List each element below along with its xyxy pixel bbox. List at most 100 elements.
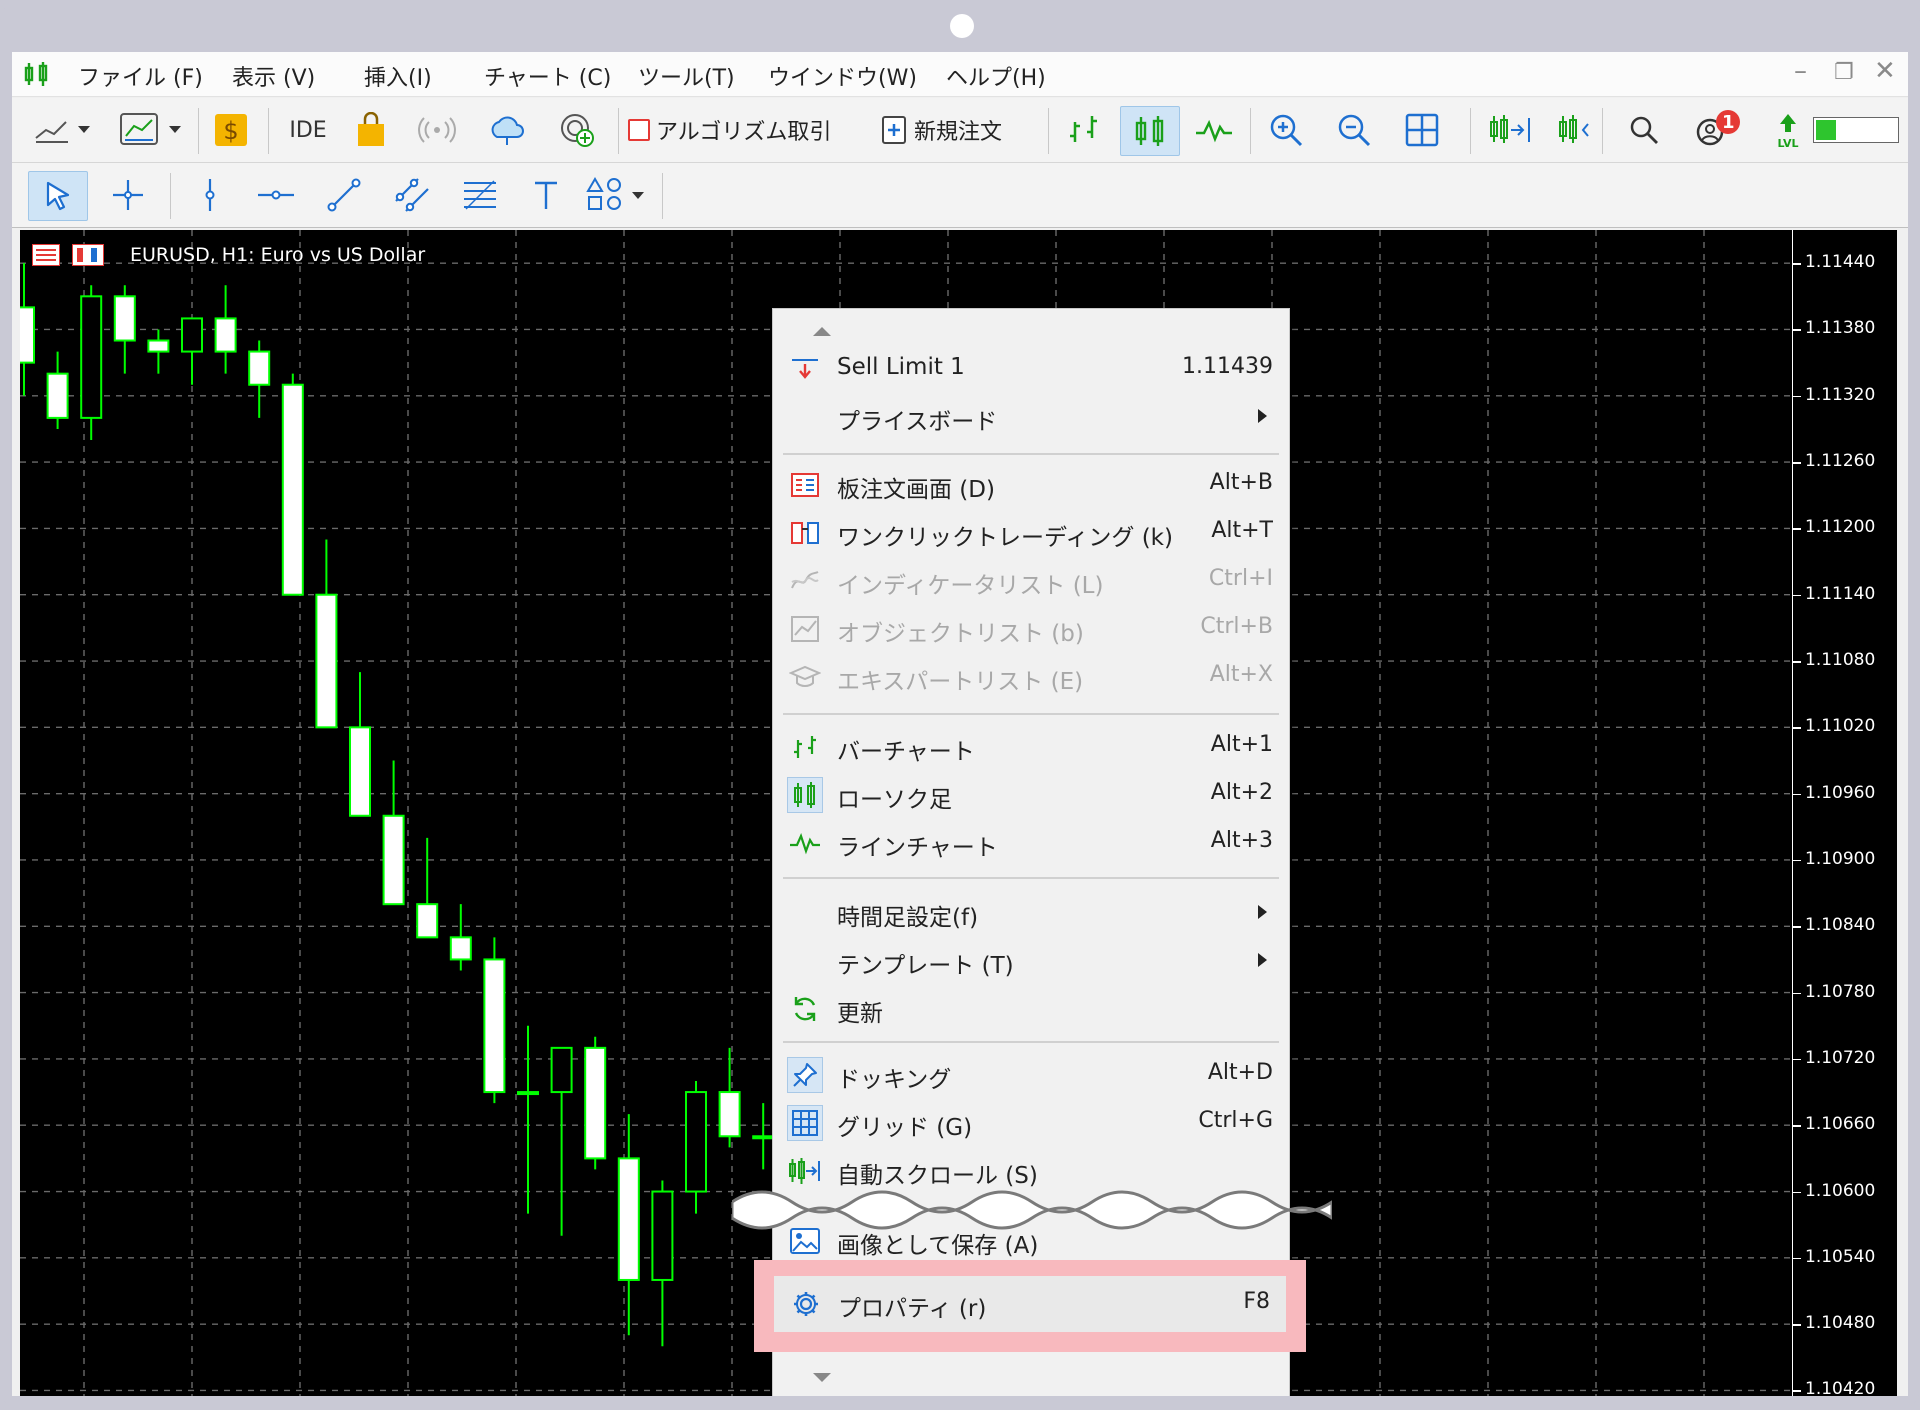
- cursor-icon[interactable]: [28, 171, 88, 221]
- zoom-in-icon[interactable]: [1260, 106, 1312, 154]
- chart-type-dropdown[interactable]: [30, 106, 94, 154]
- price-tick: [1793, 594, 1801, 597]
- chart-title: EURUSD, H1: Euro vs US Dollar: [130, 244, 426, 266]
- price-label: 1.11260: [1805, 451, 1876, 472]
- depth-of-market-icon[interactable]: [72, 244, 104, 266]
- menu-tools[interactable]: ツール(T): [638, 60, 735, 92]
- menu-insert[interactable]: 挿入(I): [364, 60, 432, 92]
- menu-bar: ファイル (F) 表示 (V) 挿入(I) チャート (C) ツール(T) ウイ…: [12, 52, 1908, 97]
- price-tick: [1793, 1390, 1801, 1392]
- depth-of-market-item[interactable]: 板注文画面 (D) Alt+B: [773, 463, 1289, 507]
- crosshair-icon[interactable]: [102, 171, 154, 219]
- candle-body: [281, 383, 304, 596]
- line-chart-item[interactable]: ラインチャート Alt+3: [773, 821, 1289, 865]
- horizontal-line-icon[interactable]: [250, 171, 302, 219]
- ide-button[interactable]: IDE: [278, 106, 338, 154]
- timeframes-item[interactable]: 時間足設定(f): [773, 891, 1289, 935]
- vps-icon[interactable]: [552, 106, 602, 154]
- price-label: 1.10840: [1805, 915, 1876, 936]
- pin-icon: [787, 1057, 823, 1093]
- price-axis: 1.11440 1.11380 1.11320 1.11260 1.11200 1.111…: [1792, 230, 1897, 1396]
- search-icon[interactable]: [1620, 106, 1668, 154]
- indicator-list-item[interactable]: インディケータリスト (L) Ctrl+I: [773, 559, 1289, 603]
- profiles-dropdown[interactable]: [116, 106, 188, 154]
- refresh-item[interactable]: 更新: [773, 987, 1289, 1031]
- chart-shift-icon[interactable]: [1550, 106, 1598, 154]
- new-order-button[interactable]: 新規注文: [880, 106, 1040, 154]
- object-list-item[interactable]: オブジェクトリスト (b) Ctrl+B: [773, 607, 1289, 651]
- zoom-out-icon[interactable]: [1328, 106, 1380, 154]
- shapes-dropdown[interactable]: [582, 171, 656, 219]
- line-chart-icon[interactable]: [1188, 106, 1240, 154]
- template-item[interactable]: テンプレート (T): [773, 939, 1289, 983]
- candlestick-item[interactable]: ローソク足 Alt+2: [773, 773, 1289, 817]
- price-label: 1.11020: [1805, 716, 1876, 737]
- properties-item[interactable]: プロパティ (r) F8: [774, 1276, 1286, 1332]
- channel-icon[interactable]: [386, 171, 438, 219]
- price-tick: [1793, 1058, 1801, 1061]
- notifications-button[interactable]: 1: [1688, 106, 1748, 154]
- stop-icon: [628, 119, 650, 141]
- candle-body: [483, 958, 506, 1094]
- price-label: 1.10420: [1805, 1379, 1876, 1396]
- bar-chart-item[interactable]: バーチャート Alt+1: [773, 725, 1289, 769]
- level-progress-fill: [1816, 120, 1836, 140]
- level-icon[interactable]: LVL: [1768, 106, 1808, 154]
- line-chart-icon: [787, 825, 823, 861]
- expert-hat-icon: [787, 659, 823, 695]
- refresh-icon: [787, 991, 823, 1027]
- menu-window[interactable]: ウインドウ(W): [768, 60, 917, 92]
- price-tick: [1793, 661, 1801, 663]
- restore-icon[interactable]: ❐: [1834, 60, 1854, 85]
- menu-chart[interactable]: チャート (C): [484, 60, 611, 92]
- priceboard-item[interactable]: プライスボード: [773, 395, 1289, 439]
- auto-scroll-icon[interactable]: [1480, 106, 1540, 154]
- candlestick-icon[interactable]: [1120, 106, 1180, 156]
- menu-view[interactable]: 表示 (V): [232, 60, 315, 92]
- app-logo-icon: [22, 54, 52, 94]
- dollar-icon[interactable]: $: [208, 106, 254, 154]
- fibonacci-icon[interactable]: [454, 171, 506, 219]
- cloud-icon[interactable]: [482, 106, 532, 154]
- minimize-icon[interactable]: –: [1794, 56, 1807, 86]
- expert-list-item[interactable]: エキスパートリスト (E) Alt+X: [773, 655, 1289, 699]
- signal-icon[interactable]: [412, 106, 462, 154]
- indicator-list-icon: [787, 563, 823, 599]
- algo-trading-button[interactable]: アルゴリズム取引: [628, 106, 842, 154]
- market-bag-icon[interactable]: [346, 106, 396, 154]
- price-tick: [1793, 395, 1801, 398]
- submenu-arrow-icon: [1258, 409, 1267, 423]
- candle-body: [617, 1157, 640, 1281]
- price-tick: [1793, 992, 1801, 995]
- vertical-line-icon[interactable]: [184, 171, 236, 219]
- one-click-trading-icon[interactable]: [32, 244, 60, 266]
- price-tick: [1793, 1125, 1801, 1127]
- one-click-trading-item[interactable]: ワンクリックトレーディング (k) Alt+T: [773, 511, 1289, 555]
- text-icon[interactable]: [520, 171, 572, 219]
- price-label: 1.11320: [1805, 384, 1876, 405]
- price-label: 1.10540: [1805, 1246, 1876, 1267]
- scroll-up-icon[interactable]: [813, 327, 831, 336]
- grid-item[interactable]: グリッド (G) Ctrl+G: [773, 1101, 1289, 1145]
- price-label: 1.10780: [1805, 981, 1876, 1002]
- submenu-arrow-icon: [1258, 905, 1267, 919]
- sell-limit-item[interactable]: Sell Limit 1 1.11439: [773, 347, 1289, 391]
- trendline-icon[interactable]: [318, 171, 370, 219]
- menu-file[interactable]: ファイル (F): [78, 60, 203, 92]
- price-tick: [1793, 329, 1801, 331]
- menu-help[interactable]: ヘルプ(H): [946, 60, 1046, 92]
- docking-item[interactable]: ドッキング Alt+D: [773, 1053, 1289, 1097]
- bar-chart-icon[interactable]: [1058, 106, 1110, 154]
- candle-body: [651, 1190, 674, 1281]
- tile-windows-icon[interactable]: [1396, 106, 1448, 154]
- camera-dot: [950, 14, 974, 38]
- scroll-down-icon[interactable]: [813, 1373, 831, 1382]
- close-icon[interactable]: ✕: [1874, 56, 1896, 86]
- price-tick: [1793, 1191, 1801, 1194]
- price-label: 1.10720: [1805, 1047, 1876, 1068]
- price-label: 1.11200: [1805, 517, 1876, 538]
- price-tick: [1793, 793, 1801, 796]
- candle-body: [550, 1046, 573, 1094]
- svg-text:$: $: [223, 117, 238, 145]
- candle-body: [46, 372, 69, 419]
